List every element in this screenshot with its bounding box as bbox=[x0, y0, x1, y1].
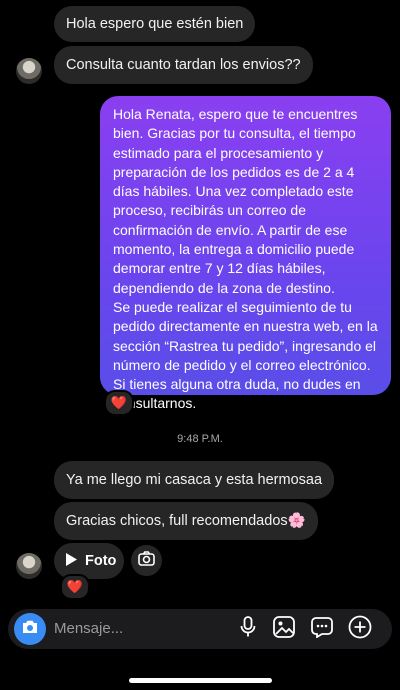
sticker-button[interactable] bbox=[310, 616, 334, 643]
message-text: Ya me llego mi casaca y esta hermosaa bbox=[66, 472, 323, 488]
outgoing-message[interactable]: Hola Renata, espero que te encuentres bi… bbox=[100, 96, 391, 411]
message-paragraph: Si tienes alguna otra duda, no dudes en … bbox=[113, 376, 361, 412]
gallery-button[interactable] bbox=[272, 615, 296, 643]
message-paragraph: Hola Renata, espero que te encuentres bi… bbox=[113, 106, 358, 296]
gallery-icon bbox=[273, 615, 295, 643]
photo-label: Foto bbox=[85, 553, 117, 569]
incoming-message[interactable]: Hola espero que estén bien bbox=[54, 6, 256, 42]
message-paragraph: Se puede realizar el seguimiento de tu p… bbox=[113, 298, 378, 373]
heart-icon: ❤️ bbox=[110, 395, 128, 410]
heart-reaction[interactable]: ❤️ bbox=[60, 574, 90, 600]
heart-icon: ❤️ bbox=[66, 579, 84, 594]
avatar[interactable] bbox=[16, 58, 42, 84]
microphone-icon bbox=[240, 615, 256, 643]
avatar[interactable] bbox=[16, 553, 42, 579]
sticker-icon bbox=[311, 616, 333, 643]
home-indicator[interactable] bbox=[129, 678, 272, 683]
plus-button[interactable] bbox=[348, 615, 372, 644]
microphone-button[interactable] bbox=[236, 615, 260, 643]
message-text: Hola espero que estén bien bbox=[66, 16, 244, 32]
message-composer: Mensaje... bbox=[8, 609, 392, 649]
camera-icon bbox=[138, 550, 155, 571]
incoming-message[interactable]: Ya me llego mi casaca y esta hermosaa bbox=[54, 461, 335, 499]
play-icon bbox=[66, 552, 77, 570]
view-once-camera-button[interactable] bbox=[131, 545, 162, 576]
message-text: Consulta cuanto tardan los envios?? bbox=[66, 57, 301, 73]
message-input[interactable]: Mensaje... bbox=[54, 620, 123, 637]
heart-reaction[interactable]: ❤️ bbox=[104, 390, 134, 416]
camera-button[interactable] bbox=[14, 613, 46, 645]
plus-icon bbox=[348, 615, 372, 644]
message-text: Gracias chicos, full recomendados🌸 bbox=[66, 513, 306, 529]
incoming-message[interactable]: Consulta cuanto tardan los envios?? bbox=[54, 46, 313, 84]
incoming-message[interactable]: Gracias chicos, full recomendados🌸 bbox=[54, 502, 318, 540]
photo-message-button[interactable]: Foto bbox=[54, 543, 124, 579]
timestamp: 9:48 P.M. bbox=[177, 433, 223, 445]
camera-icon bbox=[21, 619, 39, 640]
